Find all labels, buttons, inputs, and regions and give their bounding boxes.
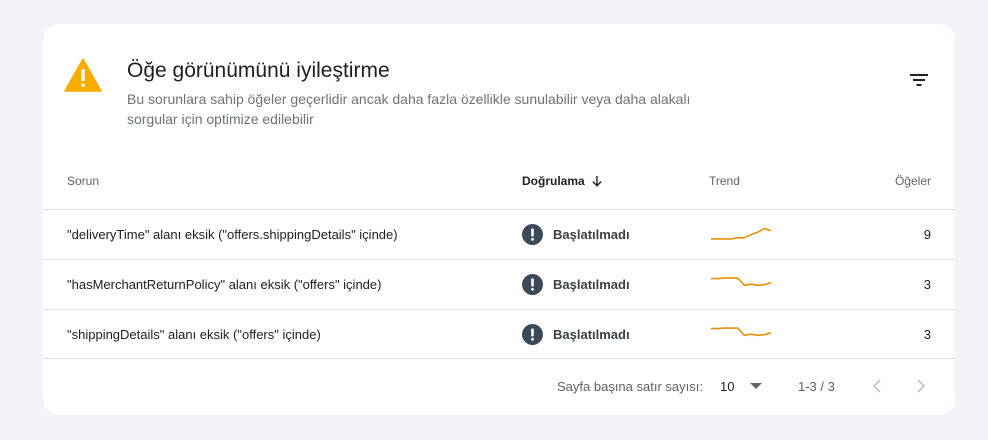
previous-page-button[interactable] [872,376,882,396]
card-subtitle: Bu sorunlara sahip öğeler geçerlidir anc… [127,91,691,127]
filter-list-icon [910,74,928,86]
column-header-validation[interactable]: Doğrulama [522,174,603,188]
column-header-issue: Sorun [67,174,100,188]
trend-sparkline [711,326,772,336]
exclamation-circle-icon [522,274,543,295]
chevron-right-icon [917,379,926,393]
next-page-button[interactable] [916,376,926,396]
issue-text: "shippingDetails" alanı eksik ("offers" … [67,327,321,342]
validation-status: Başlatılmadı [522,210,630,259]
column-header-trend: Trend [709,174,740,188]
filter-button[interactable] [903,64,935,96]
column-header-items: Öğeler [894,174,931,188]
trend-line [711,276,772,286]
status-label: Başlatılmadı [553,327,630,342]
issue-text: "hasMerchantReturnPolicy" alanı eksik ("… [67,277,382,292]
trend-cell [709,310,773,359]
validation-status: Başlatılmadı [522,260,630,309]
item-count: 3 [923,327,931,342]
validation-status: Başlatılmadı [522,310,630,359]
exclamation-circle-icon [522,224,543,245]
rows-per-page-label: Sayfa başına satır sayısı: [557,378,703,394]
rows-per-page-value: 10 [720,378,735,394]
trend-sparkline [711,276,772,286]
table-row[interactable]: "shippingDetails" alanı eksik ("offers" … [43,309,955,359]
warning-triangle-icon [64,58,102,92]
trend-sparkline [711,227,772,240]
issue-text: "deliveryTime" alanı eksik ("offers.ship… [67,227,398,242]
status-label: Başlatılmadı [553,227,630,242]
trend-line [711,227,772,240]
rows-per-page-select[interactable]: 10 [720,376,763,396]
card-title: Öğe görünümünü iyileştirme [127,59,390,82]
pagination-range: 1-3 / 3 [798,378,835,394]
arrow-down-icon [591,176,602,187]
column-header-validation-label: Doğrulama [522,174,585,188]
table-row[interactable]: "hasMerchantReturnPolicy" alanı eksik ("… [43,259,955,309]
item-count: 9 [923,227,931,242]
caret-down-icon [750,383,763,389]
chevron-left-icon [872,379,881,393]
trend-cell [709,260,773,309]
issues-card: Öğe görünümünü iyileştirme Bu sorunlara … [43,24,955,415]
table-row[interactable]: "deliveryTime" alanı eksik ("offers.ship… [43,209,955,259]
item-count: 3 [923,277,931,292]
exclamation-circle-icon [522,324,543,345]
status-label: Başlatılmadı [553,277,630,292]
trend-line [711,326,772,336]
trend-cell [709,210,773,259]
